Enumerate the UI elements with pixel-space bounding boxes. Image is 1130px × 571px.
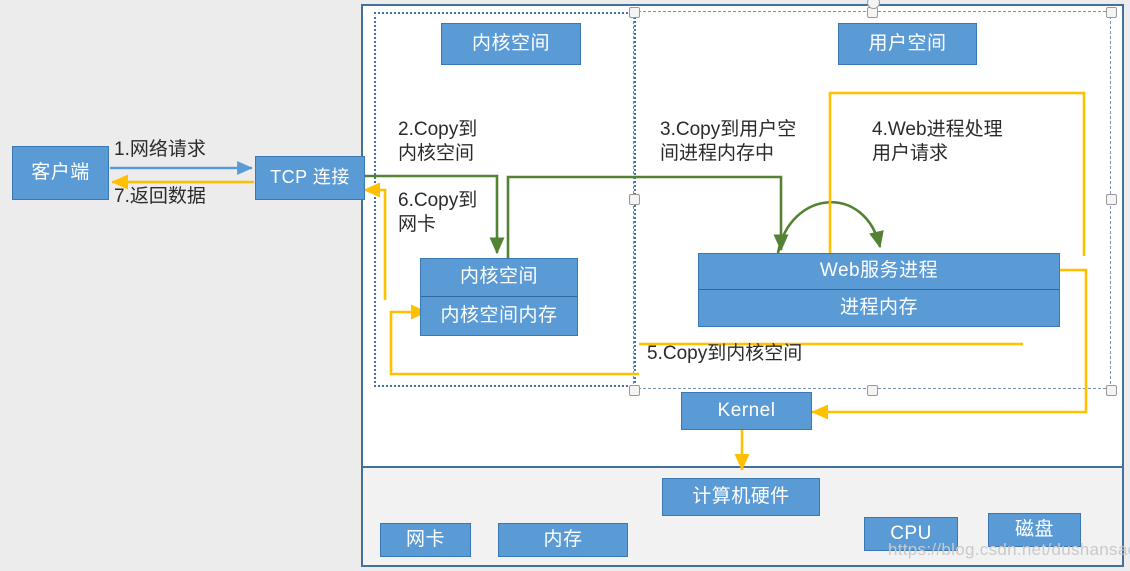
diagram-canvas: 客户端 TCP 连接 内核空间 用户空间 内核空间 内核空间内存 Web服务进程… <box>0 0 1130 571</box>
node-kernel-space-title[interactable]: 内核空间 <box>441 23 581 65</box>
node-user-space-title[interactable]: 用户空间 <box>838 23 977 65</box>
selection-handle-mid-left[interactable] <box>629 194 640 205</box>
selection-handle-top-left[interactable] <box>629 7 640 18</box>
node-kernel[interactable]: Kernel <box>681 392 812 430</box>
selection-handle-top-right[interactable] <box>1106 7 1117 18</box>
kernel-buffer-memory: 内核空间内存 <box>440 304 558 326</box>
selection-handle-mid-right[interactable] <box>1106 194 1117 205</box>
watermark: https://blog.csdn.net/dushansao <box>888 540 1130 559</box>
label-step4-line1: 4.Web进程处理 <box>872 119 1003 140</box>
selection-handle-bottom-left[interactable] <box>629 385 640 396</box>
kernel-buffer-title: 内核空间 <box>421 259 577 297</box>
label-step3-line1: 3.Copy到用户空 <box>660 119 797 140</box>
node-computer-hardware[interactable]: 计算机硬件 <box>662 478 820 516</box>
label-step5: 5.Copy到内核空间 <box>647 343 803 364</box>
node-kernel-buffer[interactable]: 内核空间 内核空间内存 <box>420 258 578 336</box>
label-step2-line2: 内核空间 <box>398 143 475 164</box>
label-step6-line1: 6.Copy到 <box>398 190 478 211</box>
web-process-title: Web服务进程 <box>699 254 1059 290</box>
node-memory[interactable]: 内存 <box>498 523 628 557</box>
label-step3-line2: 间进程内存中 <box>660 143 775 164</box>
label-step1: 1.网络请求 <box>114 139 206 160</box>
node-tcp-connection[interactable]: TCP 连接 <box>255 156 365 200</box>
selection-handle-bottom-center[interactable] <box>867 385 878 396</box>
label-step7: 7.返回数据 <box>114 186 206 207</box>
web-process-memory: 进程内存 <box>839 296 918 318</box>
node-web-service-process[interactable]: Web服务进程 进程内存 <box>698 253 1060 327</box>
label-step6-line2: 网卡 <box>398 214 437 235</box>
node-nic[interactable]: 网卡 <box>380 523 471 557</box>
label-step2-line1: 2.Copy到 <box>398 119 478 140</box>
selection-handle-bottom-right[interactable] <box>1106 385 1117 396</box>
label-step4-line2: 用户请求 <box>872 143 949 164</box>
node-client[interactable]: 客户端 <box>12 146 109 200</box>
user-space-region[interactable] <box>633 11 1111 389</box>
